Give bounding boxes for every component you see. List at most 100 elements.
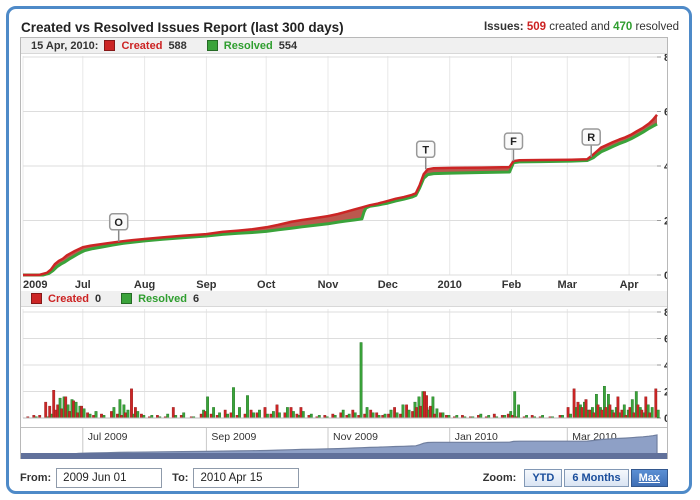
- flag-O[interactable]: O: [110, 214, 128, 242]
- day-bar-pair[interactable]: [352, 410, 357, 418]
- zoom-max-button[interactable]: Max: [631, 469, 668, 487]
- day-bar-pair[interactable]: [284, 407, 289, 418]
- day-bar-pair[interactable]: [216, 413, 221, 418]
- svg-text:Apr: Apr: [620, 279, 640, 291]
- issues-summary-label: Issues:: [484, 21, 524, 33]
- day-bar-pair[interactable]: [332, 414, 337, 418]
- legend-date: 15 Apr, 2010:: [31, 40, 98, 52]
- svg-text:T: T: [422, 144, 429, 156]
- day-bar-pair[interactable]: [86, 413, 91, 418]
- legend-resolved-label: Resolved: [224, 40, 273, 52]
- day-bar-pair[interactable]: [370, 410, 375, 418]
- flag-T[interactable]: T: [417, 141, 435, 169]
- day-bar-pair[interactable]: [405, 405, 410, 418]
- daily-bars-chart[interactable]: 020406080: [21, 307, 667, 427]
- svg-text:600: 600: [664, 107, 667, 119]
- legend-resolved-value: 6: [193, 293, 199, 305]
- from-date-input[interactable]: [56, 468, 162, 488]
- navigator-svg[interactable]: Jul 2009Sep 2009Nov 2009Jan 2010Mar 2010: [21, 428, 667, 459]
- day-bar-pair[interactable]: [172, 407, 177, 418]
- svg-text:400: 400: [664, 161, 667, 173]
- day-bar-pair[interactable]: [439, 413, 444, 418]
- day-bar-pair[interactable]: [276, 405, 281, 418]
- day-bar-pair[interactable]: [204, 397, 209, 418]
- zoom-buttons: YTD6 MonthsMax: [522, 469, 668, 487]
- svg-text:60: 60: [664, 334, 667, 346]
- resolved-series-line[interactable]: [23, 124, 657, 275]
- from-label: From:: [20, 472, 51, 484]
- main-chart[interactable]: 02004006008002009JulAugSepOctNovDec2010F…: [21, 54, 667, 291]
- svg-text:20: 20: [664, 387, 667, 399]
- day-bar-pair[interactable]: [300, 407, 305, 418]
- day-bar-pair[interactable]: [477, 414, 482, 418]
- legend-created-label: Created: [48, 293, 89, 305]
- day-bar-pair[interactable]: [92, 411, 97, 418]
- day-bar-pair[interactable]: [264, 407, 269, 418]
- svg-text:2009: 2009: [23, 279, 47, 291]
- legend-resolved-label: Resolved: [138, 293, 187, 305]
- day-bar-pair[interactable]: [376, 413, 381, 418]
- daily-bars-svg[interactable]: 020406080: [21, 307, 667, 427]
- created-swatch-icon: [104, 40, 115, 51]
- issues-resolved-count: 470: [613, 21, 632, 33]
- created-series-line[interactable]: [23, 115, 657, 275]
- main-chart-svg[interactable]: 02004006008002009JulAugSepOctNovDec2010F…: [21, 54, 667, 291]
- day-bar-pair[interactable]: [244, 396, 249, 419]
- report-page: Created vs Resolved Issues Report (last …: [0, 0, 700, 500]
- day-bar-pair[interactable]: [493, 414, 498, 418]
- day-bar-pair[interactable]: [236, 407, 241, 418]
- svg-text:Nov: Nov: [318, 279, 340, 291]
- svg-text:200: 200: [664, 216, 667, 228]
- svg-text:Jul: Jul: [75, 279, 91, 291]
- svg-text:F: F: [510, 136, 517, 148]
- day-bar-pair[interactable]: [164, 414, 169, 418]
- svg-text:O: O: [114, 217, 123, 229]
- day-bar-pair[interactable]: [358, 343, 363, 419]
- flag-F[interactable]: F: [505, 133, 523, 161]
- created-resolved-band[interactable]: [23, 115, 657, 275]
- resolved-swatch-icon: [121, 293, 132, 304]
- day-bar-pair[interactable]: [399, 405, 404, 418]
- page-title: Created vs Resolved Issues Report (last …: [21, 20, 344, 35]
- svg-text:40: 40: [664, 360, 667, 372]
- svg-text:R: R: [587, 132, 595, 144]
- legend-created-value: 588: [168, 40, 186, 52]
- zoom-ytd-button[interactable]: YTD: [524, 469, 562, 487]
- svg-text:Oct: Oct: [257, 279, 276, 291]
- range-toolbar: From: To: Zoom: YTD6 MonthsMax: [20, 465, 668, 491]
- main-chart-legend: 15 Apr, 2010: Created 588 Resolved 554: [21, 38, 667, 54]
- svg-text:Sep: Sep: [196, 279, 216, 291]
- day-bar-pair[interactable]: [364, 407, 369, 418]
- day-bar-pair[interactable]: [290, 407, 295, 418]
- day-bar-pair[interactable]: [346, 414, 351, 418]
- day-bar-pair[interactable]: [110, 407, 115, 418]
- day-bar-pair[interactable]: [270, 411, 275, 418]
- svg-text:Nov 2009: Nov 2009: [333, 431, 378, 443]
- day-bar-pair[interactable]: [80, 406, 85, 418]
- day-bar-pair[interactable]: [180, 413, 185, 418]
- day-bar-pair[interactable]: [256, 410, 261, 418]
- day-bar-pair[interactable]: [340, 410, 345, 418]
- legend-created-value: 0: [95, 293, 101, 305]
- day-bar-pair[interactable]: [308, 414, 313, 418]
- report-panel: Created vs Resolved Issues Report (last …: [6, 6, 692, 494]
- day-bar-pair[interactable]: [210, 407, 215, 418]
- svg-text:Sep 2009: Sep 2009: [211, 431, 256, 443]
- day-bar-pair[interactable]: [250, 410, 255, 418]
- day-bar-pair[interactable]: [224, 410, 229, 418]
- navigator-scrollbar[interactable]: [21, 453, 667, 459]
- svg-text:Jan 2010: Jan 2010: [455, 431, 498, 443]
- day-bar-pair[interactable]: [382, 414, 387, 418]
- to-date-input[interactable]: [193, 468, 299, 488]
- range-navigator[interactable]: Jul 2009Sep 2009Nov 2009Jan 2010Mar 2010: [21, 427, 667, 459]
- day-bar-pair[interactable]: [393, 407, 398, 418]
- issues-created-count: 509: [527, 21, 546, 33]
- day-bar-pair[interactable]: [567, 407, 572, 418]
- day-bar-pair[interactable]: [655, 389, 660, 418]
- zoom-6-months-button[interactable]: 6 Months: [564, 469, 628, 487]
- daily-chart-legend: Created 0 Resolved 6: [21, 291, 667, 307]
- day-bar-pair[interactable]: [134, 407, 139, 418]
- day-bar-pair[interactable]: [230, 388, 235, 419]
- day-bar-pair[interactable]: [100, 414, 105, 418]
- svg-text:Mar: Mar: [558, 279, 578, 291]
